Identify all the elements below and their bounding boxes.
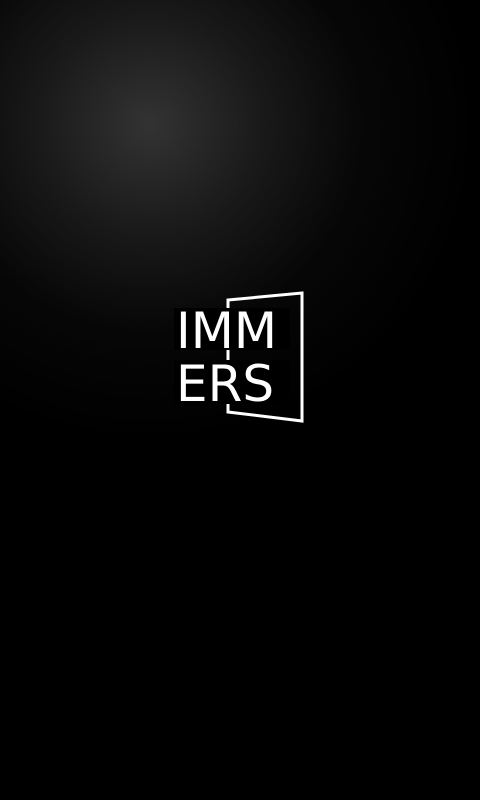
splash-screen: IMM ERS bbox=[0, 0, 480, 800]
immers-logo: IMM ERS bbox=[172, 290, 308, 426]
logo-line-2: ERS bbox=[176, 355, 274, 413]
logo-mark: IMM ERS bbox=[174, 291, 304, 423]
logo-line-1: IMM bbox=[176, 302, 277, 360]
